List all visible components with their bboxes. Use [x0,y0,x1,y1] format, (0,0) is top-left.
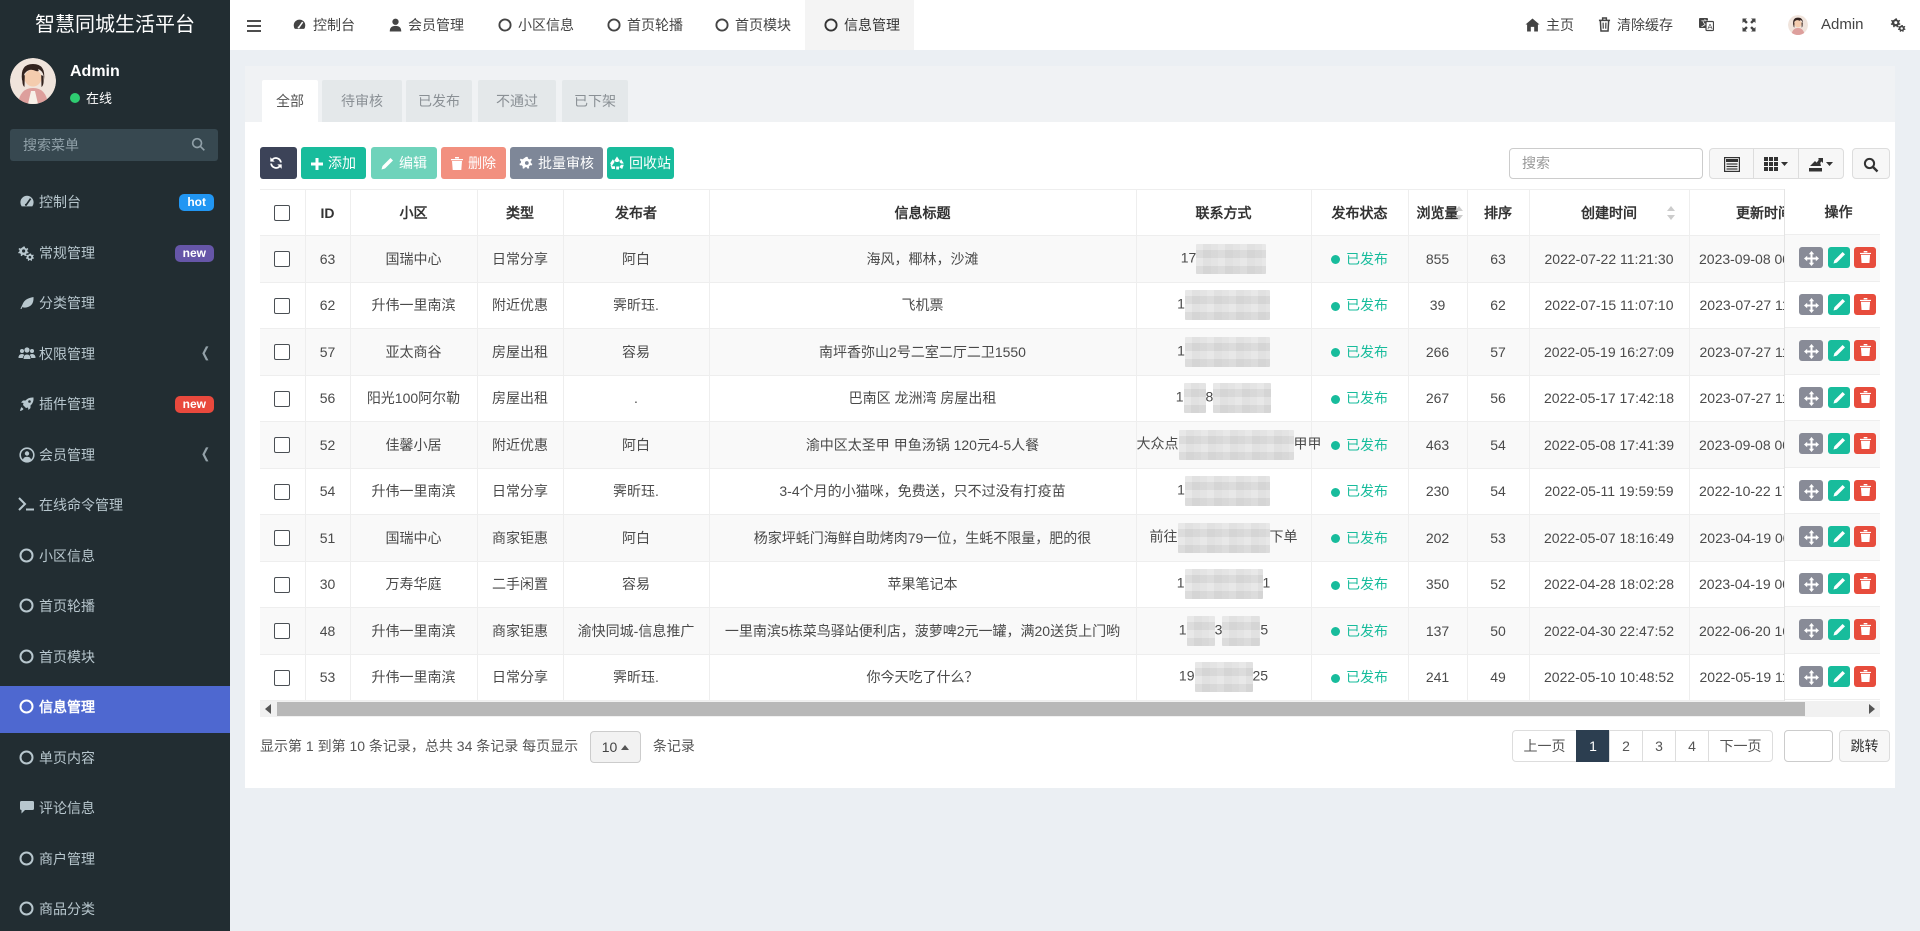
svg-text:A: A [1708,22,1713,31]
